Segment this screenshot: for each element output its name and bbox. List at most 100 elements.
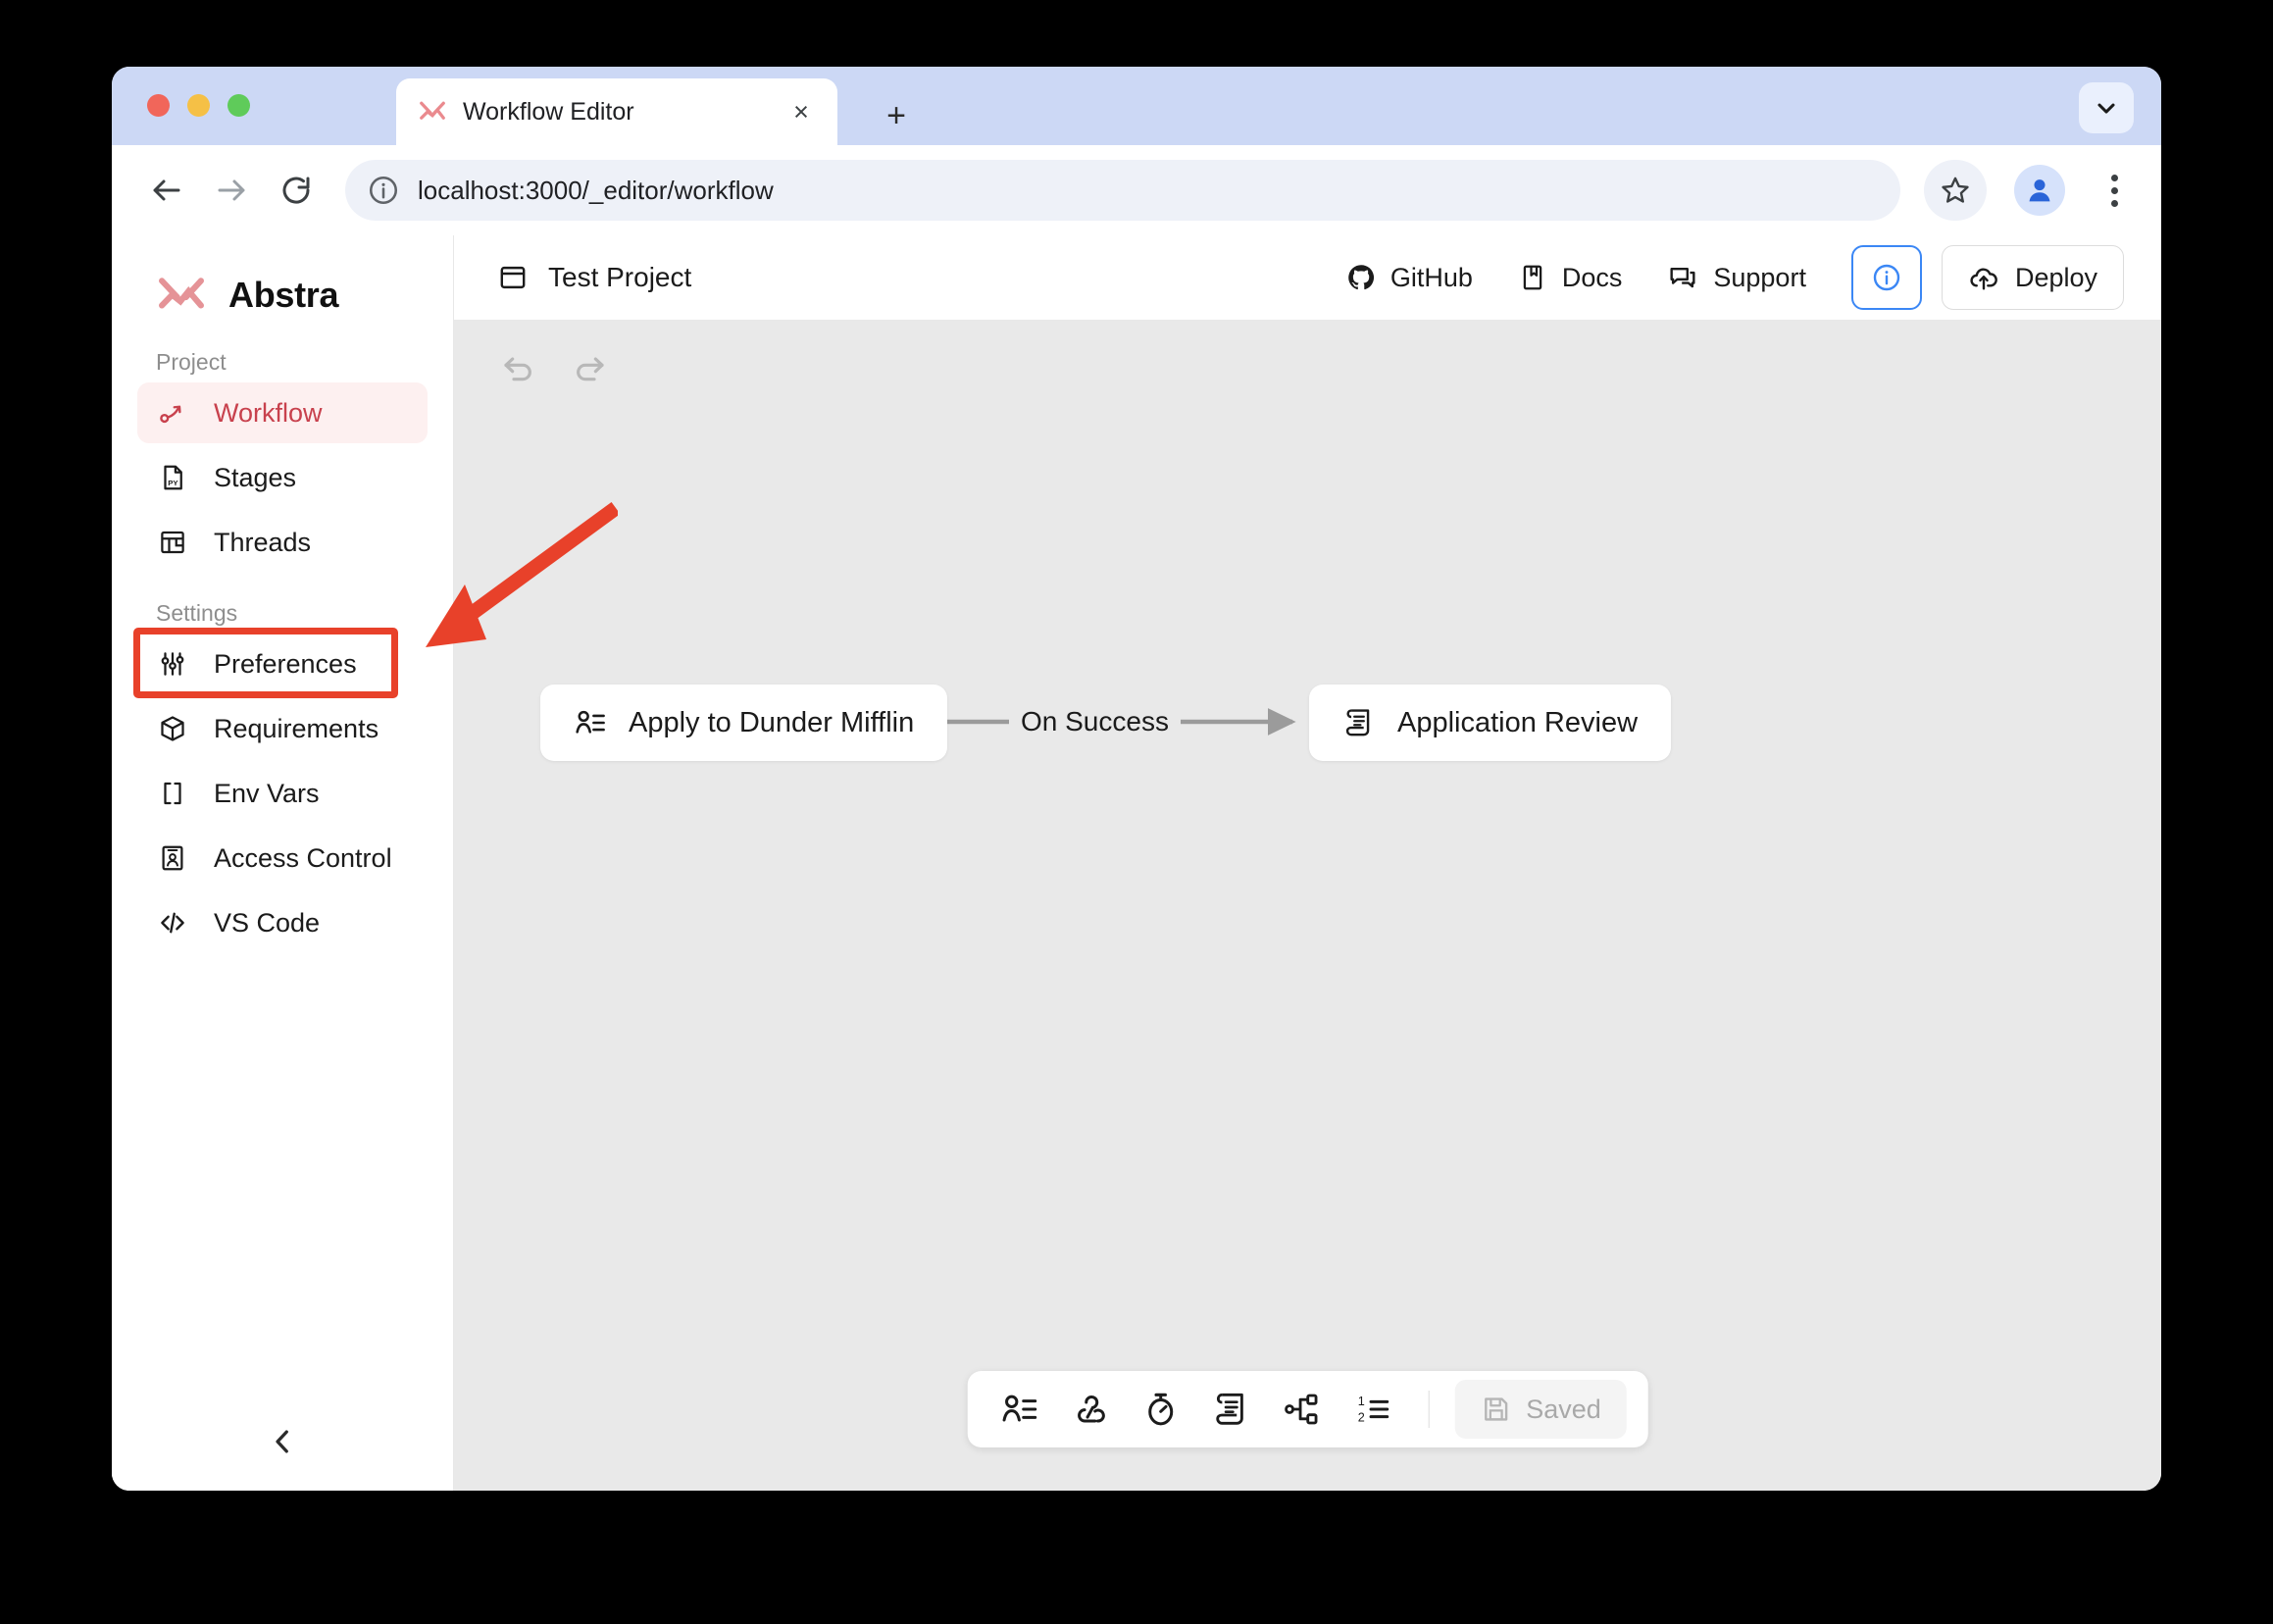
close-window-button[interactable] — [147, 94, 170, 117]
star-icon — [1942, 177, 1969, 203]
sidebar-item-preferences[interactable]: Preferences — [137, 634, 428, 694]
deploy-button-label: Deploy — [2014, 262, 2097, 292]
browser-address-bar: localhost:3000/_editor/workflow — [112, 145, 2161, 235]
sidebar-item-requirements[interactable]: Requirements — [137, 698, 428, 759]
route-icon — [157, 397, 188, 429]
kebab-menu-icon — [2110, 186, 2118, 194]
browser-menu-button[interactable] — [2093, 163, 2136, 218]
app-header: Test Project GitHub Docs Support Deploy — [454, 235, 2161, 320]
sidebar-item-vs-code[interactable]: VS Code — [137, 892, 428, 953]
code-tags-icon — [157, 907, 188, 939]
svg-text:2: 2 — [1357, 1410, 1364, 1424]
chevron-down-icon — [2097, 103, 2115, 114]
abstra-logo-icon — [159, 278, 204, 309]
toolbar-divider — [1428, 1391, 1430, 1428]
workflow-edge — [846, 708, 1296, 736]
save-status-button[interactable]: Saved — [1454, 1380, 1627, 1439]
profile-button[interactable] — [2014, 165, 2065, 216]
sidebar-item-label: Requirements — [214, 713, 379, 743]
sidebar-item-label: Preferences — [214, 648, 357, 679]
browser-tab-title: Workflow Editor — [463, 97, 634, 126]
workflow-node-apply[interactable]: Apply to Dunder Mifflin — [540, 685, 948, 761]
collapse-sidebar-button[interactable] — [112, 1393, 453, 1491]
github-icon — [1348, 265, 1374, 290]
bookmark-button[interactable] — [1924, 160, 1987, 221]
back-arrow-icon — [153, 179, 180, 201]
minimize-window-button[interactable] — [187, 94, 210, 117]
cloud-upload-icon — [1970, 268, 1997, 290]
add-job-stage-button[interactable] — [1130, 1381, 1190, 1438]
github-link[interactable]: GitHub — [1346, 263, 1473, 293]
docs-link[interactable]: Docs — [1518, 262, 1623, 293]
sidebar-item-access-control[interactable]: Access Control — [137, 828, 428, 888]
browser-tab[interactable]: Workflow Editor × — [396, 78, 837, 145]
back-button[interactable] — [137, 161, 196, 220]
sidebar-item-workflow[interactable]: Workflow — [137, 382, 428, 443]
id-card-icon — [157, 842, 188, 874]
workflow-graph: On Success Apply to Dunder Mifflin Appli… — [454, 320, 2161, 1491]
workflow-node-review[interactable]: Application Review — [1309, 685, 1672, 761]
svg-text:PY: PY — [168, 479, 178, 487]
bookmark-book-icon — [1523, 265, 1542, 290]
python-file-icon: PY — [157, 462, 188, 493]
sidebar-item-threads[interactable]: Threads — [137, 512, 428, 573]
sliders-icon — [157, 648, 188, 680]
ordered-list-icon: 1 2 — [1357, 1395, 1389, 1424]
sidebar-nav-settings: Preferences Requirements Env Vars Access… — [112, 634, 453, 957]
sidebar-item-label: Access Control — [214, 842, 392, 873]
reload-icon — [282, 177, 310, 204]
forward-button[interactable] — [202, 161, 261, 220]
stage-toolbar: 1 2 Saved — [967, 1371, 1648, 1447]
browser-window: Workflow Editor × + localhost:3000/_edit… — [112, 67, 2161, 1491]
project-breadcrumb[interactable]: Test Project — [497, 262, 691, 293]
floppy-save-icon — [1484, 1397, 1507, 1421]
workflow-node-label: Apply to Dunder Mifflin — [629, 706, 915, 738]
support-link-label: Support — [1713, 262, 1806, 292]
deploy-button[interactable]: Deploy — [1941, 245, 2124, 310]
add-iterator-stage-button[interactable]: 1 2 — [1341, 1381, 1402, 1438]
sidebar-item-label: Workflow — [214, 397, 323, 428]
docs-link-label: Docs — [1561, 262, 1623, 292]
abstra-logo-icon — [420, 101, 445, 120]
brand-name: Abstra — [228, 275, 339, 315]
stopwatch-icon — [1147, 1393, 1173, 1426]
info-circle-icon — [1873, 264, 1900, 291]
form-icon — [576, 710, 605, 734]
add-form-stage-button[interactable] — [988, 1381, 1049, 1438]
window-traffic-lights — [147, 94, 250, 117]
brackets-icon — [157, 778, 188, 809]
sidebar-nav-project: Workflow PY Stages Threads — [112, 382, 453, 577]
workflow-canvas[interactable]: On Success Apply to Dunder Mifflin Appli… — [454, 320, 2161, 1491]
support-link[interactable]: Support — [1667, 262, 1806, 293]
kebab-menu-icon — [2110, 199, 2118, 207]
sidebar-item-env-vars[interactable]: Env Vars — [137, 763, 428, 824]
webhook-icon — [1077, 1396, 1105, 1423]
main-area: Test Project GitHub Docs Support Deploy … — [454, 235, 2161, 1491]
maximize-window-button[interactable] — [227, 94, 250, 117]
sidebar-item-stages[interactable]: PY Stages — [137, 447, 428, 508]
kebab-menu-icon — [2110, 174, 2118, 181]
url-omnibox[interactable]: localhost:3000/_editor/workflow — [345, 160, 1900, 221]
save-status-label: Saved — [1526, 1394, 1601, 1424]
sidebar: Abstra Project Workflow PY Stages Thread… — [112, 235, 454, 1491]
edge-label-on-success: On Success — [1009, 706, 1181, 737]
script-scroll-icon — [1345, 709, 1370, 736]
sidebar-item-label: Env Vars — [214, 778, 320, 808]
reload-button[interactable] — [267, 161, 326, 220]
sidebar-section-label-project: Project — [156, 349, 227, 375]
tab-list-button[interactable] — [2079, 82, 2134, 133]
sidebar-item-label: VS Code — [214, 907, 321, 938]
form-icon — [1002, 1395, 1036, 1422]
github-link-label: GitHub — [1389, 262, 1473, 292]
add-hook-stage-button[interactable] — [1059, 1381, 1120, 1438]
profile-avatar-icon — [2029, 179, 2050, 202]
sidebar-item-label: Stages — [214, 462, 297, 492]
add-script-stage-button[interactable] — [1200, 1381, 1261, 1438]
page-title: Test Project — [548, 262, 692, 292]
close-tab-button[interactable]: × — [784, 95, 818, 128]
info-circle-icon[interactable] — [367, 174, 400, 207]
new-tab-button[interactable]: + — [877, 96, 916, 135]
add-condition-stage-button[interactable] — [1271, 1381, 1332, 1438]
info-button[interactable] — [1850, 245, 1922, 310]
